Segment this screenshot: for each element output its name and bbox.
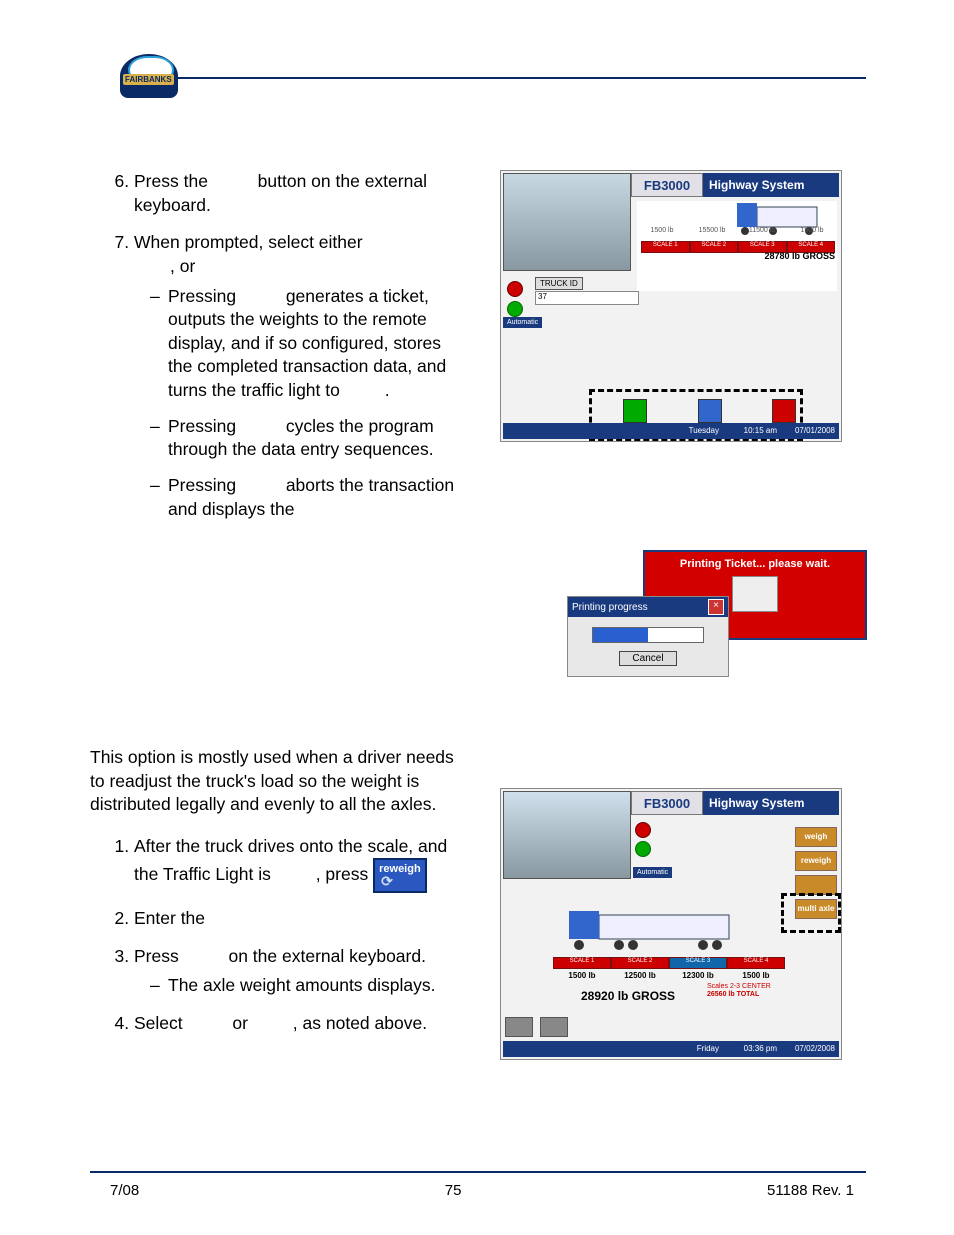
weight-val: 1500 lb [727, 971, 785, 980]
text: Pressing [168, 475, 241, 495]
red-light-icon [635, 822, 651, 838]
scale-tab: SCALE 4 [727, 957, 785, 969]
text: Press [134, 946, 184, 966]
step-b4: Select or , as noted above. [134, 1012, 470, 1036]
automatic-tab[interactable]: Automatic [633, 867, 672, 878]
footer-rule [90, 1171, 866, 1173]
step-7: When prompted, select either , or Pressi… [134, 231, 470, 521]
status-bar: Tuesday 10:15 am 07/01/2008 [503, 423, 839, 439]
fb3000-logo: FB3000 [631, 791, 703, 815]
footer-docid: 51188 Rev. 1 [767, 1182, 854, 1199]
text: , or [170, 256, 195, 276]
scale-tab: SCALE 2 [611, 957, 669, 969]
weigh-button[interactable]: weigh [795, 827, 837, 847]
text: Enter the [134, 908, 205, 928]
status-day: Tuesday [689, 426, 719, 435]
close-icon[interactable]: × [708, 599, 724, 615]
scale-tab: SCALE 1 [553, 957, 611, 969]
reweigh-button[interactable]: reweigh [795, 851, 837, 871]
weight-val: 15500 lb [687, 227, 737, 234]
screenshot-highway-system-1: FB3000 Highway System SCALE 1 SCALE 2 SC… [500, 170, 842, 442]
truck-diagram: SCALE 1 SCALE 2 SCALE 3 SCALE 4 [637, 201, 837, 291]
side-button[interactable] [795, 875, 837, 895]
truck-photo [503, 791, 631, 879]
truck-id-label: TRUCK ID [535, 277, 583, 290]
step-b1: After the truck drives onto the scale, a… [134, 835, 470, 893]
fairbanks-logo: FAIRBANKS [120, 54, 178, 98]
text: Press the [134, 171, 213, 191]
truck-photo [503, 173, 631, 271]
header-rule [120, 77, 866, 79]
text: Pressing [168, 286, 241, 306]
text: , as noted above. [293, 1013, 427, 1033]
text: Pressing [168, 416, 241, 436]
traffic-light [635, 819, 651, 860]
traffic-light [507, 277, 529, 321]
gross-total: 28920 lb GROSS [581, 989, 675, 1003]
app-title: Highway System [703, 791, 839, 815]
toolbar-button[interactable] [540, 1017, 568, 1037]
text: . [385, 380, 390, 400]
callout-box [781, 893, 841, 933]
weight-val: 12300 lb [669, 971, 727, 980]
page-footer: 7/08 75 51188 Rev. 1 [110, 1182, 854, 1199]
step-b2: Enter the [134, 907, 470, 931]
reweigh-intro-paragraph: This option is mostly used when a driver… [90, 746, 470, 817]
green-light-icon [507, 301, 523, 317]
automatic-tab[interactable]: Automatic [503, 317, 542, 328]
scale-tab: SCALE 1 [641, 241, 690, 253]
step-7-bullet-2: Pressing cycles the program through the … [154, 415, 470, 462]
logo-text: FAIRBANKS [123, 74, 174, 85]
fb3000-logo: FB3000 [631, 173, 703, 197]
toolbar-buttons [505, 1017, 572, 1039]
window-title: Printing progress [572, 602, 648, 613]
truck-diagram [553, 909, 783, 953]
cancel-button[interactable]: Cancel [619, 651, 676, 666]
gross-total: 28780 lb GROSS [764, 251, 835, 261]
weight-val: 1500 lb [637, 227, 687, 234]
screenshot-highway-system-2: FB3000 Highway System Automatic weigh re… [500, 788, 842, 1060]
status-date: 07/02/2008 [795, 1044, 835, 1053]
scale-tab: SCALE 2 [690, 241, 739, 253]
weight-val: 1500 lb [553, 971, 611, 980]
printing-progress-window: Printing progress × Cancel [567, 596, 729, 677]
status-time: 03:36 pm [744, 1044, 777, 1053]
text: on the external keyboard. [224, 946, 426, 966]
status-day: Friday [697, 1044, 719, 1053]
printer-icon [732, 576, 778, 612]
printing-message: Printing Ticket... please wait. [645, 558, 865, 570]
reweigh-button-inline: reweigh [373, 858, 427, 893]
text: or [228, 1013, 253, 1033]
scale-tab: SCALE 3 [669, 957, 727, 969]
center-total: Scales 2-3 CENTER 26560 lb TOTAL [707, 983, 771, 998]
text: , press [316, 864, 369, 884]
step-b3: Press on the external keyboard. The axle… [134, 945, 470, 998]
weight-val: 11500 lb [737, 227, 787, 234]
step-6: Press the button on the external keyboar… [134, 170, 470, 217]
instruction-list-a: Press the button on the external keyboar… [90, 170, 470, 521]
app-title: Highway System [703, 173, 839, 197]
weight-val: 1500 lb [787, 227, 837, 234]
red-light-icon [507, 281, 523, 297]
text: Select [134, 1013, 188, 1033]
footer-date: 7/08 [110, 1182, 139, 1199]
text: When prompted, select either [134, 232, 363, 252]
toolbar-button[interactable] [505, 1017, 533, 1037]
step-7-bullet-3: Pressing aborts the transaction and disp… [154, 474, 470, 521]
page-number: 75 [445, 1182, 462, 1199]
status-date: 07/01/2008 [795, 426, 835, 435]
green-light-icon [635, 841, 651, 857]
weight-val: 12500 lb [611, 971, 669, 980]
status-bar: Friday 03:36 pm 07/02/2008 [503, 1041, 839, 1057]
step-b3-bullet: The axle weight amounts displays. [154, 974, 470, 998]
step-7-bullet-1: Pressing generates a ticket, outputs the… [154, 285, 470, 403]
instruction-list-b: After the truck drives onto the scale, a… [90, 835, 470, 1036]
progress-bar [592, 627, 704, 643]
truck-id-input[interactable]: 37 [535, 291, 639, 305]
status-time: 10:15 am [744, 426, 777, 435]
